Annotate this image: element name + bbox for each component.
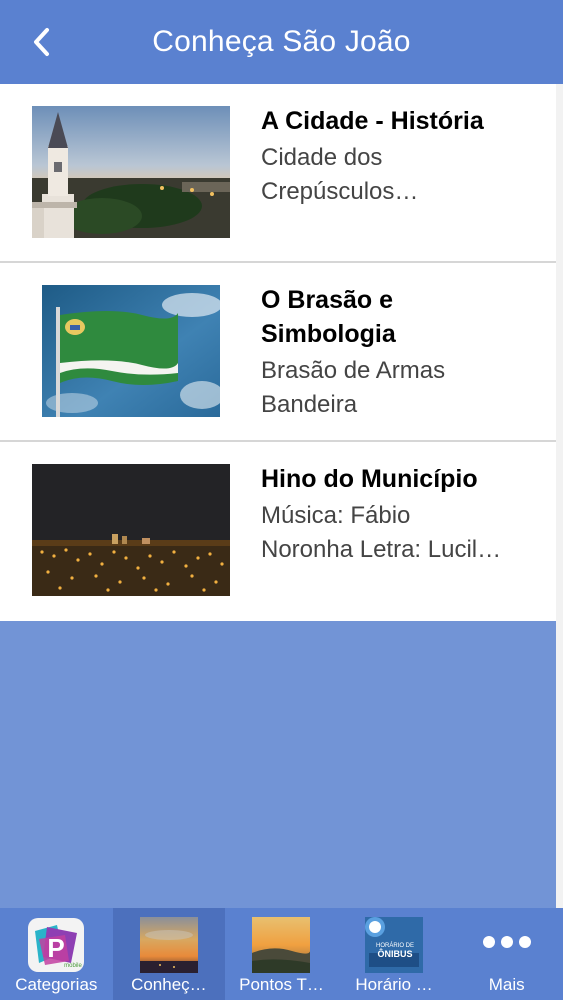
tab-mais[interactable]: Mais — [450, 908, 563, 1000]
content-list: A Cidade - História Cidade dos Crepúscul… — [0, 84, 556, 621]
item-title-line1: O Brasão e — [261, 286, 394, 314]
tab-bar: P mobile Categorias Conheç… Pontos T… HO… — [0, 908, 563, 1000]
svg-text:HORÁRIO DE: HORÁRIO DE — [376, 942, 414, 949]
item-subtitle-line2: Noronha Letra: Lucil… — [261, 536, 502, 563]
tab-label: Horário … — [355, 975, 433, 994]
tab-label: Mais — [488, 975, 525, 994]
city-church-photo — [32, 106, 230, 238]
svg-text:P: P — [48, 933, 65, 963]
bus-schedule-icon: HORÁRIO DE ÔNIBUS — [365, 917, 424, 973]
flag-photo — [42, 285, 220, 417]
list-item-hino-municipio[interactable]: Hino do Município Música: Fábio Noronha … — [0, 442, 556, 621]
item-title: A Cidade - História — [261, 107, 484, 135]
page-title: Conheça São João — [152, 25, 411, 58]
svg-text:ÔNIBUS: ÔNIBUS — [378, 948, 413, 959]
tab-label: Conheç… — [131, 975, 207, 994]
svg-text:mobile: mobile — [64, 963, 82, 969]
tab-label: Categorias — [15, 975, 98, 994]
tab-conheca[interactable]: Conheç… — [112, 908, 226, 1000]
item-subtitle-line2: Bandeira — [261, 391, 358, 418]
landscape-thumbnail-icon — [252, 917, 311, 973]
item-subtitle-line2: Crepúsculos… — [261, 178, 419, 205]
nav-header: Conheça São João — [0, 0, 563, 84]
list-item-brasao-simbologia[interactable]: O Brasão e Simbologia Brasão de Armas Ba… — [0, 263, 556, 442]
item-subtitle-line1: Música: Fábio — [261, 502, 411, 529]
scrollbar-track — [556, 84, 563, 908]
sunset-thumbnail-icon — [139, 917, 198, 973]
tab-horario-onibus[interactable]: HORÁRIO DE ÔNIBUS Horário … — [338, 908, 451, 1000]
categorias-app-icon: P mobile — [27, 917, 85, 973]
tab-pontos-turisticos[interactable]: Pontos T… — [225, 908, 338, 1000]
list-item-cidade-historia[interactable]: A Cidade - História Cidade dos Crepúscul… — [0, 84, 556, 263]
tab-categorias[interactable]: P mobile Categorias — [0, 908, 113, 1000]
item-subtitle-line1: Cidade dos — [261, 144, 383, 171]
tab-label: Pontos T… — [239, 975, 324, 994]
city-night-photo — [32, 464, 230, 596]
item-title-line2: Simbologia — [261, 320, 396, 348]
chevron-left-icon — [34, 28, 49, 56]
item-subtitle-line1: Brasão de Armas — [261, 357, 446, 384]
item-title: Hino do Município — [261, 465, 478, 493]
more-dots-icon — [482, 936, 531, 948]
back-button[interactable] — [22, 22, 62, 62]
